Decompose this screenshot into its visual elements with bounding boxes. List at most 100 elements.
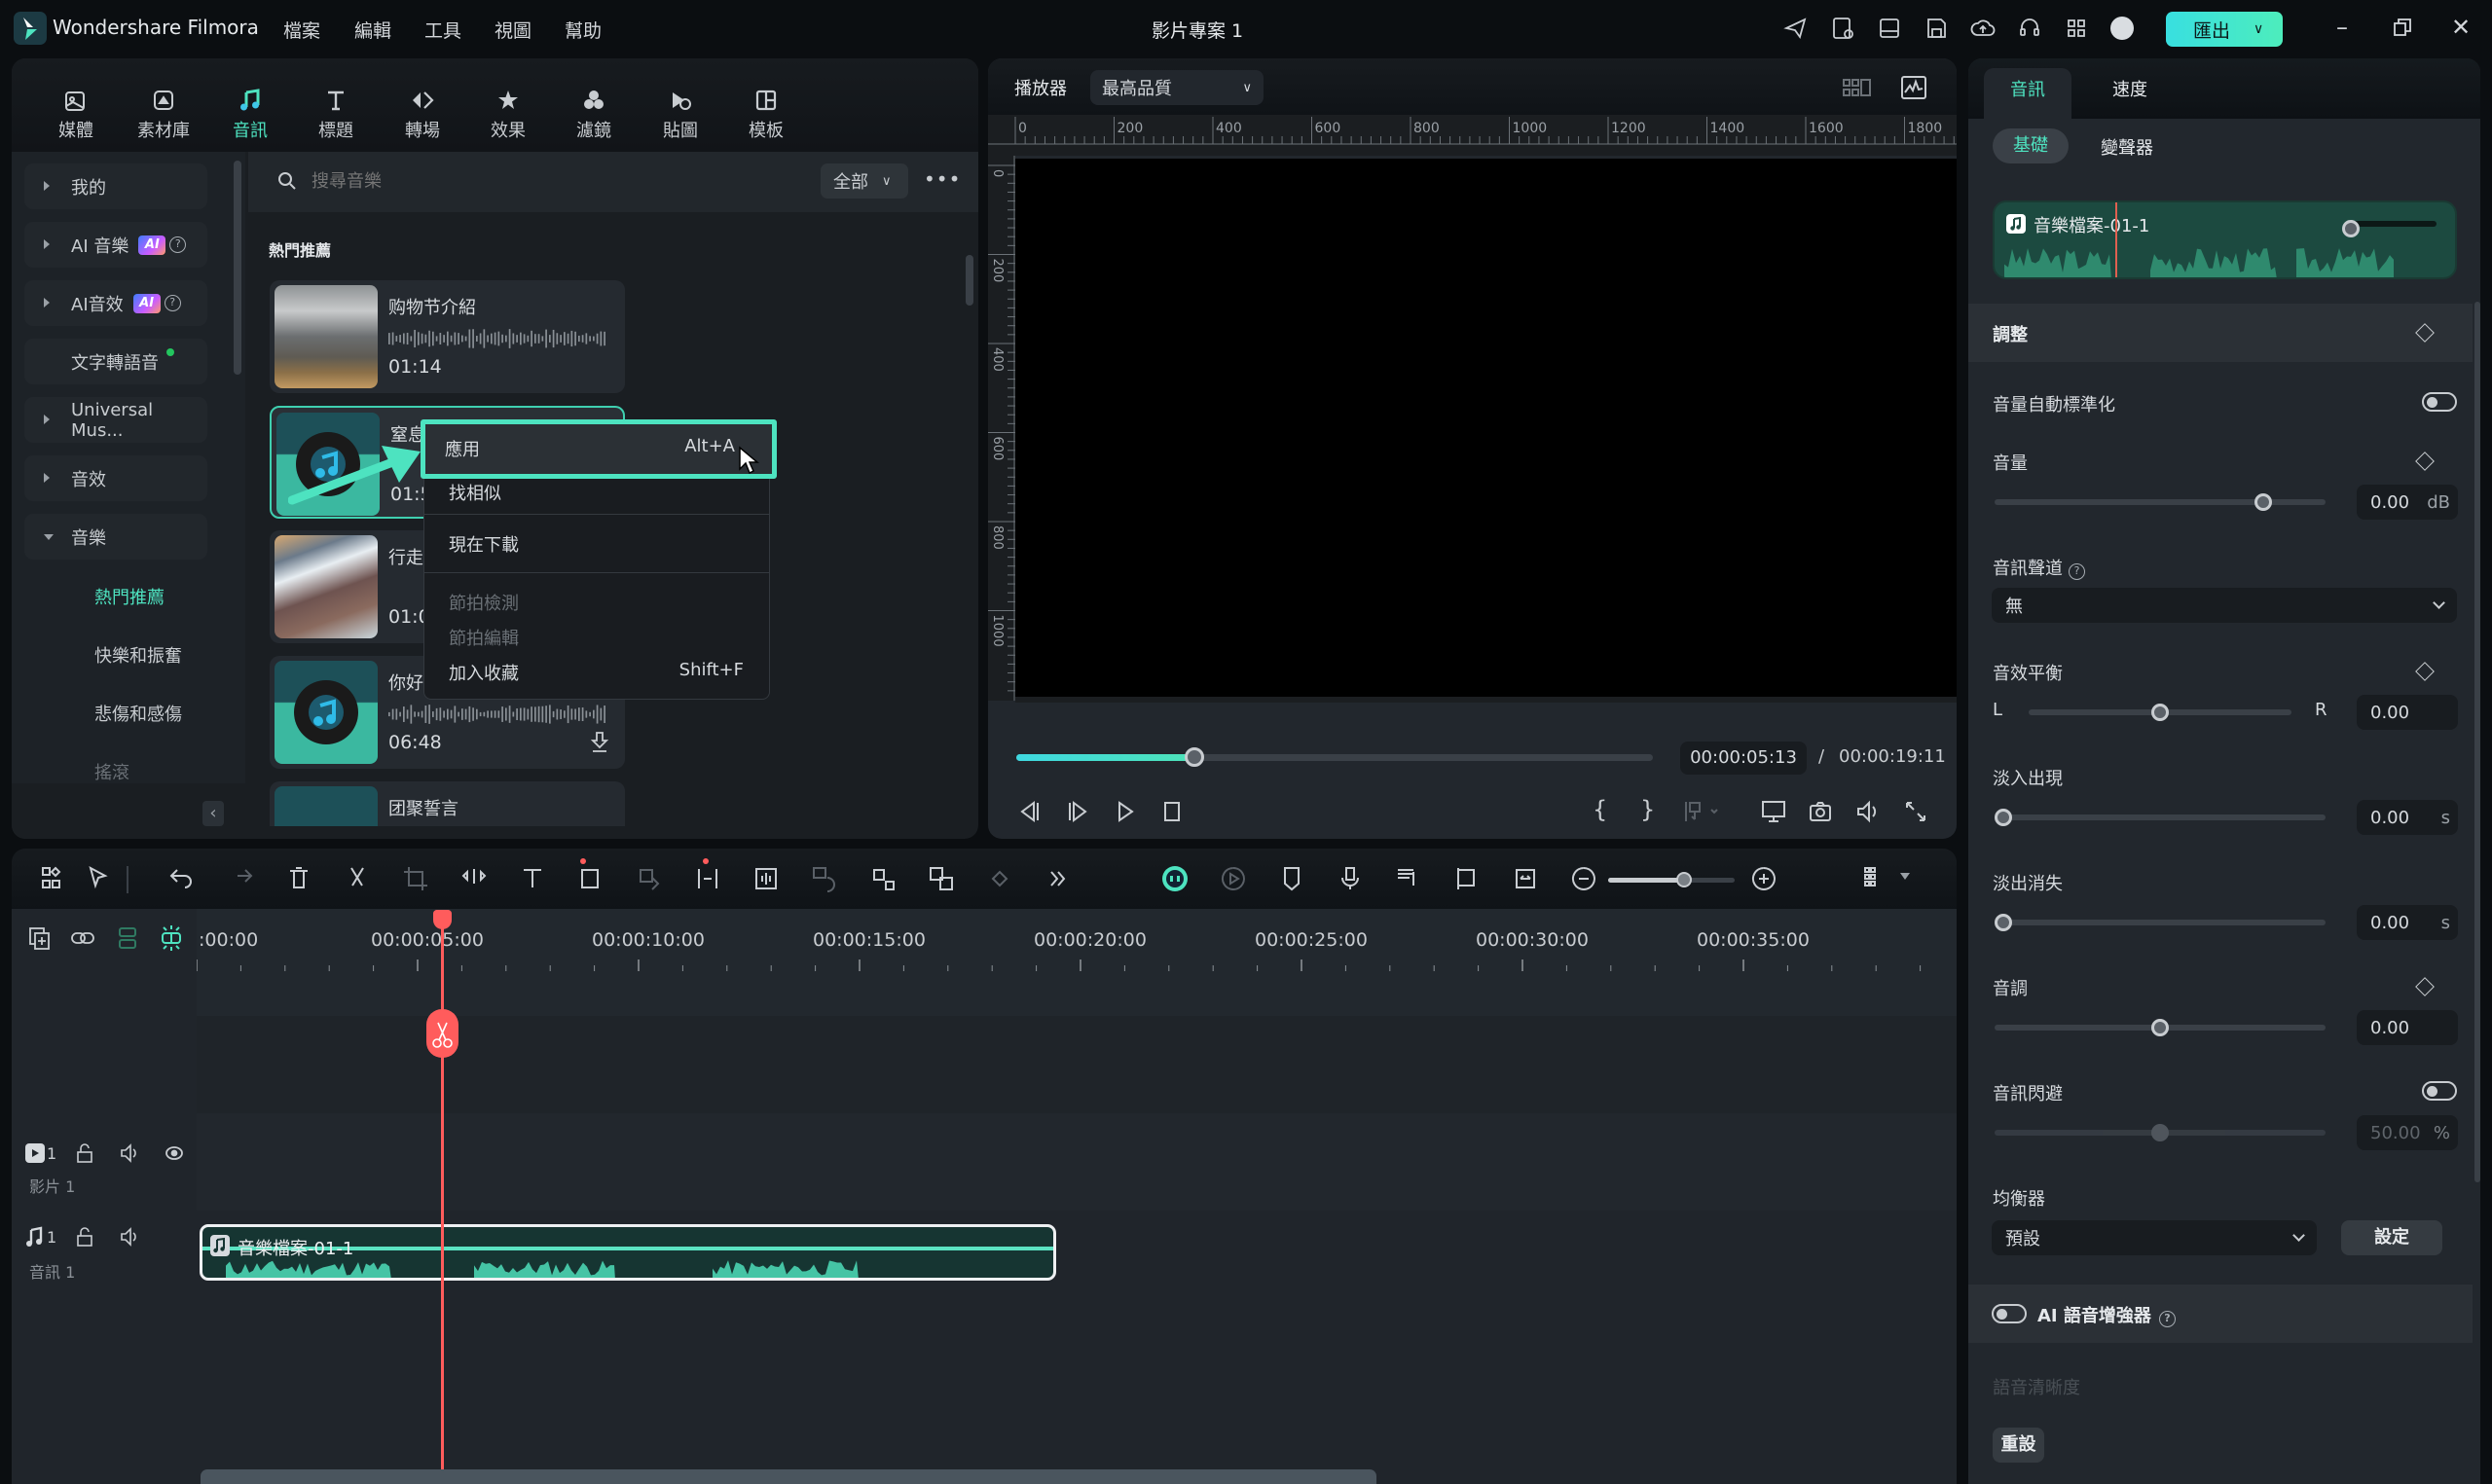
pitch-slider[interactable] <box>1995 1019 2326 1036</box>
playhead-split-button[interactable] <box>426 1009 458 1058</box>
tab-templates[interactable]: 模板 <box>727 84 805 142</box>
fade-out-value-input[interactable]: 0.00 s <box>2357 905 2458 940</box>
properties-scrollbar[interactable] <box>2474 302 2480 1182</box>
tab-effects[interactable]: 效果 <box>469 84 547 142</box>
text-tool-icon[interactable] <box>518 864 547 893</box>
translate-icon[interactable] <box>927 864 956 893</box>
undo-icon[interactable] <box>167 864 197 893</box>
render-preview-icon[interactable] <box>1219 864 1248 893</box>
equalizer-settings-button[interactable]: 設定 <box>2341 1220 2442 1255</box>
more-options-icon[interactable]: ••• <box>924 167 961 191</box>
minimize-button[interactable]: – <box>2336 14 2348 41</box>
tab-stickers[interactable]: 貼圖 <box>641 84 719 142</box>
library-scrollbar[interactable] <box>966 255 973 306</box>
balance-slider-handle[interactable] <box>2151 704 2169 721</box>
playhead-handle[interactable] <box>433 910 452 929</box>
volume-slider[interactable] <box>1995 493 2326 511</box>
fade-in-slider[interactable] <box>1995 809 2326 826</box>
snapshot-camera-icon[interactable] <box>1807 798 1834 825</box>
menu-edit[interactable]: 編輯 <box>354 17 391 43</box>
subtab-voice-changer[interactable]: 變聲器 <box>2101 134 2153 160</box>
auto-ripple-icon[interactable] <box>1452 864 1482 893</box>
category-scrollbar[interactable] <box>234 161 241 375</box>
fade-out-slider-handle[interactable] <box>1995 914 2012 931</box>
text-to-speech-icon[interactable] <box>868 864 898 893</box>
category-sound-effects[interactable]: 音效 <box>24 455 207 501</box>
redo-icon[interactable] <box>226 864 255 893</box>
export-dropdown-chevron-icon[interactable]: ∨ <box>2254 21 2263 37</box>
layout-panels-icon[interactable] <box>39 864 68 893</box>
help-icon[interactable]: ? <box>169 236 187 253</box>
previous-frame-icon[interactable] <box>1016 798 1044 825</box>
preview-canvas[interactable] <box>1015 159 1957 697</box>
restore-button[interactable] <box>2393 16 2412 43</box>
tab-stock-library[interactable]: 素材庫 <box>125 84 202 142</box>
category-music[interactable]: 音樂 <box>24 514 207 560</box>
playhead-line[interactable] <box>441 920 444 1484</box>
zoom-in-icon[interactable] <box>1749 864 1778 893</box>
balance-slider[interactable] <box>2029 704 2291 721</box>
fit-timeline-icon[interactable] <box>1511 864 1540 893</box>
grid-view-icon[interactable] <box>1842 76 1873 101</box>
current-time[interactable]: 00:00:05:13 <box>1680 742 1807 775</box>
category-ai-music[interactable]: AI 音樂 AI? <box>24 222 207 268</box>
timeline-zoom-slider[interactable] <box>1608 872 1735 887</box>
zoom-out-icon[interactable] <box>1569 864 1598 893</box>
link-clips-icon[interactable] <box>70 925 95 951</box>
menu-file[interactable]: 檔案 <box>283 17 320 43</box>
shape-mask-icon[interactable] <box>576 864 605 893</box>
tab-speed[interactable]: 速度 <box>2086 68 2174 119</box>
zoom-slider-handle[interactable] <box>1676 872 1692 887</box>
category-ai-sfx[interactable]: AI音效 AI? <box>24 280 207 326</box>
track-card[interactable]: 团聚誓言 <box>270 781 625 826</box>
display-settings-icon[interactable] <box>1760 798 1787 825</box>
audio-clip[interactable]: 音樂檔案-01-1 <box>200 1224 1056 1281</box>
toggle-visibility-eye-icon[interactable] <box>164 1142 185 1164</box>
track-card[interactable]: 购物节介紹 01:14 <box>270 280 625 393</box>
collapse-sidebar-button[interactable]: ‹ <box>202 801 224 826</box>
menu-help[interactable]: 幫助 <box>565 17 602 43</box>
lock-track-icon[interactable] <box>74 1142 95 1164</box>
magnetic-snap-icon[interactable] <box>158 923 185 953</box>
playback-progress-track[interactable] <box>1016 747 1653 767</box>
help-icon[interactable]: ? <box>2069 563 2085 580</box>
stop-icon[interactable] <box>1158 798 1186 825</box>
fullscreen-icon[interactable] <box>1902 798 1929 825</box>
subcategory-happy[interactable]: 快樂和振奮 <box>94 642 182 668</box>
ducking-toggle[interactable] <box>2422 1081 2457 1101</box>
track-height-icon[interactable] <box>1855 864 1885 893</box>
mark-out-icon[interactable]: } <box>1640 796 1655 823</box>
category-universal-music[interactable]: Universal Mus... <box>24 397 207 443</box>
add-track-icon[interactable] <box>27 925 53 951</box>
track-group-icon[interactable] <box>115 925 140 951</box>
delete-icon[interactable] <box>284 864 313 893</box>
tab-audio[interactable]: 音訊 <box>211 84 289 142</box>
quality-dropdown[interactable]: 最高品質 ∨ <box>1090 70 1264 105</box>
reset-button[interactable]: 重設 <box>1993 1428 2044 1463</box>
download-icon[interactable] <box>590 730 609 753</box>
category-text-to-speech[interactable]: 文字轉語音 <box>24 339 207 384</box>
video-track-row[interactable] <box>197 1113 1957 1211</box>
play-icon[interactable] <box>1112 798 1139 825</box>
menu-item-download-now[interactable]: 現在下載 <box>449 531 519 557</box>
fade-in-value-input[interactable]: 0.00 s <box>2357 800 2458 835</box>
menu-item-apply[interactable]: 應用 Alt+A <box>421 419 777 479</box>
ai-copilot-icon[interactable] <box>1160 864 1190 893</box>
more-tools-icon[interactable] <box>1044 864 1073 893</box>
clip-volume-track[interactable] <box>2351 221 2437 227</box>
marker-icon[interactable] <box>1277 864 1306 893</box>
subcategory-trending[interactable]: 熱門推薦 <box>94 584 165 609</box>
track-height-dropdown-icon[interactable] <box>1900 873 1910 880</box>
menu-item-add-favorite[interactable]: 加入收藏 <box>449 660 519 685</box>
tab-audio-properties[interactable]: 音訊 <box>1984 68 2071 119</box>
fade-out-slider[interactable] <box>1995 914 2326 931</box>
menu-tools[interactable]: 工具 <box>424 17 461 43</box>
subtab-basic[interactable]: 基礎 <box>1993 128 2069 163</box>
volume-value-input[interactable]: 0.00 dB <box>2357 485 2458 520</box>
ai-effects-icon[interactable] <box>985 864 1014 893</box>
audio-stretch-icon[interactable] <box>1394 864 1423 893</box>
mute-track-icon[interactable] <box>119 1226 140 1248</box>
ai-voice-enhancer-toggle[interactable] <box>1992 1304 2027 1323</box>
cloud-render-icon[interactable] <box>1830 16 1855 41</box>
audio-waveform-icon[interactable] <box>751 864 781 893</box>
